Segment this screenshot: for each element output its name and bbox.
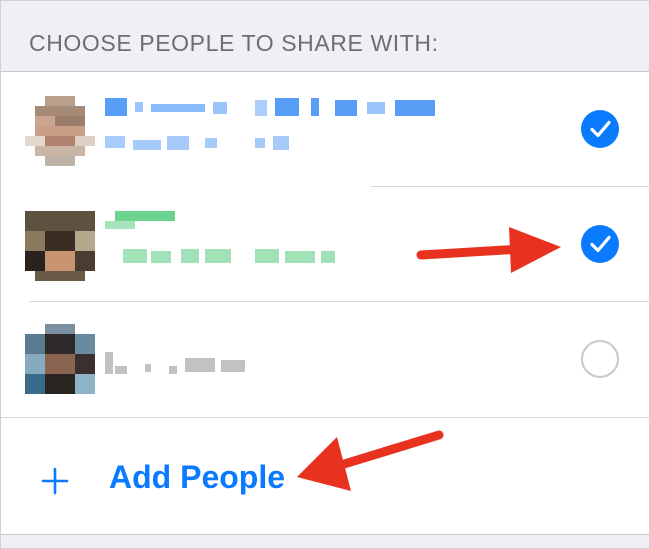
annotation-overlay	[297, 227, 561, 491]
share-sheet: CHOOSE PEOPLE TO SHARE WITH: Add People	[0, 0, 650, 549]
red-arrow-icon	[416, 227, 561, 273]
red-arrow-icon	[297, 430, 444, 491]
